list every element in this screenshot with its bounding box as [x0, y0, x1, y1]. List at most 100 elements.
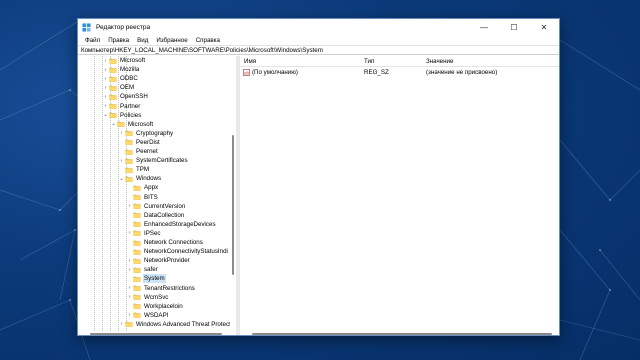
key-tree: › Microsoft › Mozilla › ODBC › OEM › OpenSSH › Part… — [78, 56, 230, 331]
menu-favorites[interactable]: Избранное — [152, 37, 191, 44]
chevron-down-icon[interactable]: ⌄ — [110, 120, 117, 129]
close-button[interactable]: ✕ — [529, 19, 559, 35]
chevron-right-icon[interactable]: › — [102, 92, 109, 101]
tree-node[interactable]: Workplaceloin — [126, 302, 184, 311]
menu-bar: Файл Правка Вид Избранное Справка — [78, 35, 559, 45]
chevron-right-icon[interactable]: › — [102, 65, 109, 74]
maximize-button[interactable]: ☐ — [499, 19, 529, 35]
tree-node-label: BITS — [144, 193, 158, 201]
menu-file[interactable]: Файл — [81, 37, 104, 44]
chevron-down-icon[interactable]: ⌄ — [102, 111, 109, 120]
chevron-right-icon[interactable]: › — [102, 74, 109, 83]
tree-node[interactable]: › ODBC — [102, 74, 139, 83]
column-name-header[interactable]: Имя — [244, 58, 256, 65]
tree-node-label: Network Connections — [144, 239, 203, 246]
tree-node-label: Appx — [144, 184, 159, 192]
column-type-header[interactable]: Тип — [364, 58, 374, 65]
chevron-right-icon[interactable]: › — [126, 229, 133, 238]
folder-icon — [133, 294, 141, 300]
folder-icon — [133, 276, 141, 282]
tree-node[interactable]: › Microsoft — [102, 56, 146, 65]
menu-view[interactable]: Вид — [133, 37, 152, 44]
chevron-right-icon[interactable]: › — [102, 56, 109, 65]
tree-node[interactable]: Network Connections — [126, 238, 204, 247]
tree-node[interactable]: System — [126, 274, 166, 284]
tree-node[interactable]: TPM — [118, 165, 150, 174]
tree-node[interactable]: EnhancedStorageDevices — [126, 220, 217, 229]
tree-node-label: safer — [144, 266, 158, 274]
tree-node[interactable]: › CurrentVersion — [126, 202, 186, 211]
tree-node[interactable]: › WSDAPI — [126, 311, 169, 320]
chevron-right-icon[interactable]: › — [126, 293, 133, 302]
tree-node[interactable]: › NetworkProvider — [126, 256, 191, 265]
tree-horizontal-scrollbar[interactable] — [78, 331, 236, 335]
tree-node[interactable]: ⌄ Windows — [118, 174, 162, 183]
address-bar[interactable]: Компьютер\HKEY_LOCAL_MACHINE\SOFTWARE\Po… — [78, 45, 559, 55]
tree-node-label: OpenSSH — [120, 93, 148, 101]
tree-node[interactable]: › TenantRestrictions — [126, 284, 196, 293]
tree-node-label: Policies — [120, 111, 142, 119]
tree-node[interactable]: › SystemCertificates — [118, 156, 189, 165]
chevron-right-icon[interactable]: › — [102, 102, 109, 111]
tree-node[interactable]: › Windows Advanced Threat Protect — [118, 320, 230, 329]
value-type: REG_SZ — [364, 69, 389, 76]
tree-node[interactable]: PeerDist — [118, 138, 161, 147]
tree-node[interactable]: DataCollection — [126, 211, 185, 220]
chevron-down-icon[interactable]: ⌄ — [118, 174, 125, 183]
tree-node-label: Workplaceloin — [144, 302, 183, 310]
tree-node[interactable]: › OpenSSH — [102, 92, 149, 101]
tree-node[interactable]: › Partner — [102, 102, 141, 111]
folder-icon — [133, 231, 141, 237]
menu-edit[interactable]: Правка — [104, 37, 133, 44]
tree-horizontal-scroll-thumb[interactable] — [90, 333, 222, 335]
tree-node[interactable]: › safer — [126, 265, 159, 274]
tree-node[interactable]: ⌄ Microsoft — [110, 120, 154, 129]
tree-guide-line — [94, 56, 95, 331]
folder-icon — [117, 121, 125, 127]
values-horizontal-scrollbar[interactable] — [240, 331, 559, 335]
chevron-right-icon[interactable]: › — [126, 284, 133, 293]
value-row[interactable]: ab (По умолчанию) REG_SZ (значение не пр… — [240, 68, 559, 77]
tree-node[interactable]: Appx — [126, 183, 159, 192]
tree-node[interactable]: ⌄ Policies — [102, 111, 142, 120]
tree-node[interactable]: › Mozilla — [102, 65, 140, 74]
chevron-right-icon[interactable]: › — [126, 311, 133, 320]
folder-icon — [133, 240, 141, 246]
folder-icon — [133, 285, 141, 291]
tree-node-label: PeerDist — [136, 138, 160, 146]
tree-node[interactable]: › OEM — [102, 83, 135, 92]
minimize-button[interactable]: — — [469, 19, 499, 35]
tree-node[interactable]: › WcmSvc — [126, 293, 169, 302]
chevron-right-icon[interactable]: › — [102, 83, 109, 92]
chevron-right-icon[interactable]: › — [118, 129, 125, 138]
tree-node[interactable]: NetworkConnectivityStatusIndi — [126, 247, 229, 256]
title-bar[interactable]: Редактор реестра — ☐ ✕ — [78, 19, 559, 35]
chevron-right-icon[interactable]: › — [126, 265, 133, 274]
column-data-header[interactable]: Значение — [426, 58, 453, 65]
chevron-right-icon[interactable]: › — [118, 156, 125, 165]
tree-node[interactable]: Peernet — [118, 147, 159, 156]
tree-node[interactable]: BITS — [126, 193, 159, 202]
tree-node-label: OEM — [120, 84, 135, 92]
tree-vertical-scroll-thumb[interactable] — [232, 135, 234, 275]
value-data: (значение не присвоено) — [426, 69, 498, 76]
key-tree-pane: › Microsoft › Mozilla › ODBC › OEM › OpenSSH › Part… — [78, 56, 236, 335]
chevron-right-icon[interactable]: › — [118, 320, 125, 329]
tree-node[interactable]: › Cryptography — [118, 129, 174, 138]
chevron-right-icon[interactable]: › — [126, 256, 133, 265]
chevron-right-icon[interactable]: › — [126, 202, 133, 211]
folder-icon — [109, 58, 117, 64]
tree-node-label: Windows Advanced Threat Protect — [136, 320, 230, 328]
folder-icon — [109, 112, 117, 118]
folder-icon — [133, 313, 141, 319]
values-horizontal-scroll-thumb[interactable] — [252, 333, 552, 335]
tree-node-label: NetworkConnectivityStatusIndi — [144, 248, 228, 256]
menu-help[interactable]: Справка — [192, 37, 224, 44]
tree-node[interactable]: › IPSec — [126, 229, 162, 238]
